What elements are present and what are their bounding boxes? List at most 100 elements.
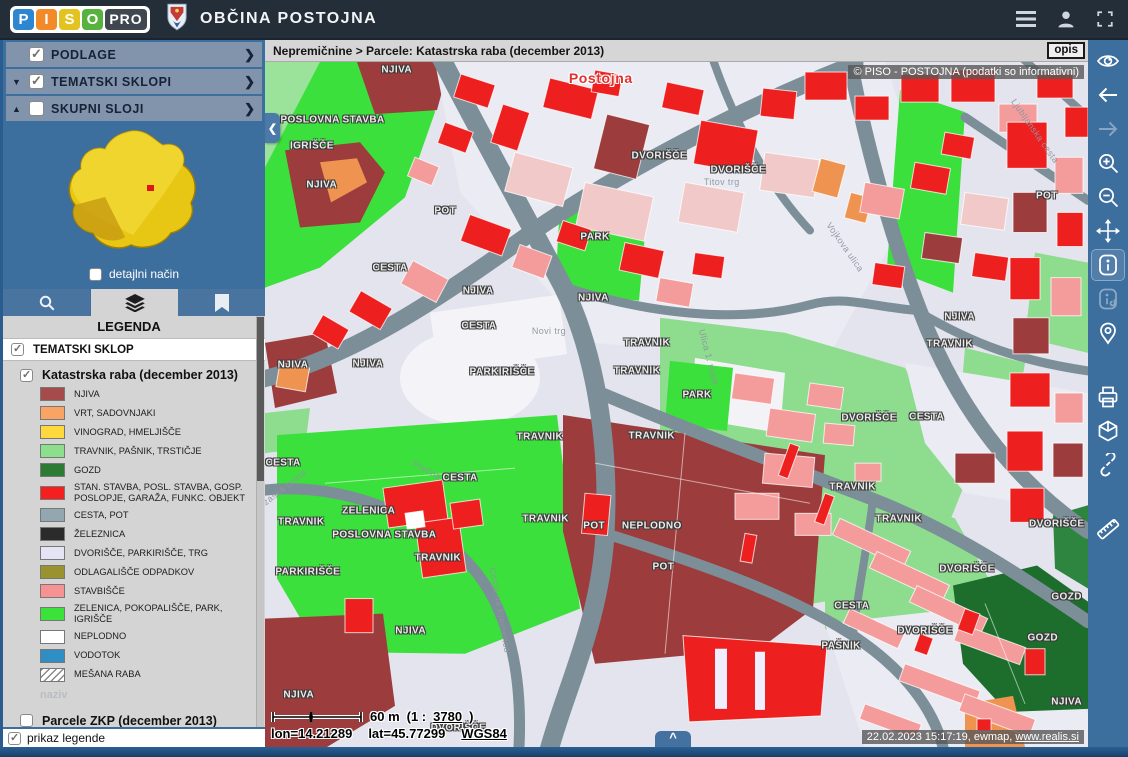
legend-swatch [40, 607, 65, 621]
prikaz-legende-checkbox[interactable] [8, 732, 21, 745]
map-copyright: © PISO - POSTOJNA (podatki so informativ… [848, 65, 1084, 79]
info-group-button[interactable] [1092, 284, 1124, 314]
tematski-sklopi-checkbox[interactable] [29, 74, 44, 89]
legend-item: STAN. STAVBA, POSL. STAVBA, GOSP. POSLOP… [40, 482, 255, 503]
legend-item: VRT, SADOVNJAKI [40, 406, 255, 420]
legend-swatch [40, 425, 65, 439]
panel-label: TEMATSKI SKLOPI [51, 75, 171, 89]
piso-pro-logo[interactable]: P I S O PRO [10, 6, 150, 33]
locate-button[interactable] [1092, 318, 1124, 348]
tematski-sklop-checkbox[interactable] [11, 343, 24, 356]
layer-label: Katastrska raba (december 2013) [42, 368, 238, 382]
legend-item-label: VODOTOK [74, 650, 120, 661]
legend-item-label: VINOGRAD, HMELJIŠČE [74, 427, 181, 438]
sidebar-panel-skupni-sloji[interactable]: ▲ SKUPNI SLOJI ❯ [6, 96, 262, 121]
logo-letter: I [36, 9, 57, 30]
legend-items: NJIVA VRT, SADOVNJAKI VINOGRAD, HMELJIŠČE T… [3, 387, 255, 682]
legend-group-tematski-sklop[interactable]: TEMATSKI SKLOP [3, 338, 265, 361]
legend-item-label: STAN. STAVBA, POSL. STAVBA, GOSP. POSLOP… [74, 482, 249, 503]
measure-button[interactable] [1092, 514, 1124, 544]
legend-swatch [40, 387, 65, 401]
legend-item: ZELENICA, POKOPALIŠČE, PARK, IGRIŠČE [40, 603, 255, 624]
opis-button[interactable]: opis [1047, 42, 1085, 59]
visibility-button[interactable] [1092, 46, 1124, 76]
legend-panel: LEGENDA TEMATSKI SKLOP Katastrska raba (… [3, 316, 265, 727]
legend-swatch [40, 546, 65, 560]
legend-note: naziv [3, 687, 255, 707]
logo-pro-badge: PRO [105, 9, 147, 30]
detail-mode-checkbox[interactable] [89, 268, 102, 281]
prikaz-legende-label: prikaz legende [27, 731, 105, 745]
layer-parcele-zkp[interactable]: Parcele ZKP (december 2013) [3, 707, 255, 727]
sidebar-panel-podlage[interactable]: PODLAGE ❯ [6, 42, 262, 67]
legend-item: GOZD [40, 463, 255, 477]
zoom-in-button[interactable] [1092, 148, 1124, 178]
breadcrumb-bar: Nepremičnine > Parcele: Katastrska raba … [265, 40, 1088, 62]
podlage-checkbox[interactable] [29, 47, 44, 62]
map-canvas[interactable]: NJIVAPostojnaPOSLOVNA STAVBAIGRIŠČEDVORI… [265, 62, 1088, 747]
legend-item: CESTA, POT [40, 508, 255, 522]
parcele-zkp-checkbox[interactable] [20, 714, 33, 727]
map-toolbar [1088, 40, 1128, 747]
info-button[interactable] [1092, 250, 1124, 280]
fullscreen-icon[interactable] [1096, 10, 1114, 28]
scale-ratio-open: (1 : [407, 709, 427, 724]
legend-item-label: STAVBIŠČE [74, 586, 125, 597]
legend-swatch [40, 565, 65, 579]
skupni-sloji-checkbox[interactable] [29, 101, 44, 116]
coord-lon: lon=14.21289 [271, 726, 352, 741]
legend-swatch [40, 508, 65, 522]
legend-item: NEPLODNO [40, 630, 255, 644]
legend-scrollbar[interactable] [256, 316, 264, 727]
scene-3d-button[interactable] [1092, 416, 1124, 446]
scale-distance: 60 m [370, 709, 400, 724]
sidebar: PODLAGE ❯ ▼ TEMATSKI SKLOPI ❯ ▲ SKUPNI S… [3, 40, 265, 747]
back-button[interactable] [1092, 80, 1124, 110]
forward-button[interactable] [1092, 114, 1124, 144]
panel-label: PODLAGE [51, 48, 116, 62]
overview-map[interactable] [3, 121, 265, 263]
breadcrumb: Nepremičnine > Parcele: Katastrska raba … [273, 44, 604, 58]
scrollbar-thumb[interactable] [257, 317, 264, 481]
zoom-out-button[interactable] [1092, 182, 1124, 212]
legend-item: VODOTOK [40, 649, 255, 663]
user-icon[interactable] [1056, 9, 1076, 29]
layer-katastrska-raba[interactable]: Katastrska raba (december 2013) [3, 361, 255, 387]
katastrska-raba-checkbox[interactable] [20, 369, 33, 382]
legend-swatch [40, 486, 65, 500]
share-link-button[interactable] [1092, 450, 1124, 480]
legend-swatch [40, 668, 65, 682]
legend-swatch [40, 527, 65, 541]
logo-letter: P [13, 9, 34, 30]
legend-item-label: TRAVNIK, PAŠNIK, TRSTIČJE [74, 446, 202, 457]
coord-datum-link[interactable]: WGS84 [461, 726, 507, 741]
sidebar-tabs [3, 289, 265, 316]
pan-button[interactable] [1092, 216, 1124, 246]
piso-app: P I S O PRO OBČINA POSTOJNA [0, 0, 1128, 757]
bottom-panel-tab[interactable]: ^ [655, 731, 691, 747]
print-button[interactable] [1092, 382, 1124, 412]
legend-item-label: NJIVA [74, 389, 100, 400]
tab-layers[interactable] [91, 289, 178, 316]
legend-swatch [40, 649, 65, 663]
sidebar-panel-tematski-sklopi[interactable]: ▼ TEMATSKI SKLOPI ❯ [6, 69, 262, 94]
legend-item: ŽELEZNICA [40, 527, 255, 541]
menu-icon[interactable] [1016, 11, 1036, 27]
tab-search[interactable] [3, 289, 91, 316]
legend-swatch [40, 406, 65, 420]
top-bar: P I S O PRO OBČINA POSTOJNA [0, 0, 1128, 40]
sidebar-collapse-tab[interactable]: ❮ [265, 113, 280, 143]
legend-item-label: GOZD [74, 465, 101, 476]
chevron-right-icon: ❯ [244, 74, 255, 90]
tab-bookmarks[interactable] [178, 289, 265, 316]
legend-item: VINOGRAD, HMELJIŠČE [40, 425, 255, 439]
triangle-down-icon: ▼ [12, 77, 29, 87]
triangle-up-icon: ▲ [12, 104, 29, 114]
legend-item: DVORIŠČE, PARKIRIŠČE, TRG [40, 546, 255, 560]
realis-link[interactable]: www.realis.si [1015, 731, 1079, 743]
legend-item-label: VRT, SADOVNJAKI [74, 408, 155, 419]
municipality-coat-of-arms-icon [166, 3, 188, 36]
chevron-right-icon: ❯ [244, 101, 255, 117]
status-text: 22.02.2023 15:17:19, ewmap, [867, 731, 1013, 743]
scale-ratio-link[interactable]: 3780 [433, 709, 462, 724]
